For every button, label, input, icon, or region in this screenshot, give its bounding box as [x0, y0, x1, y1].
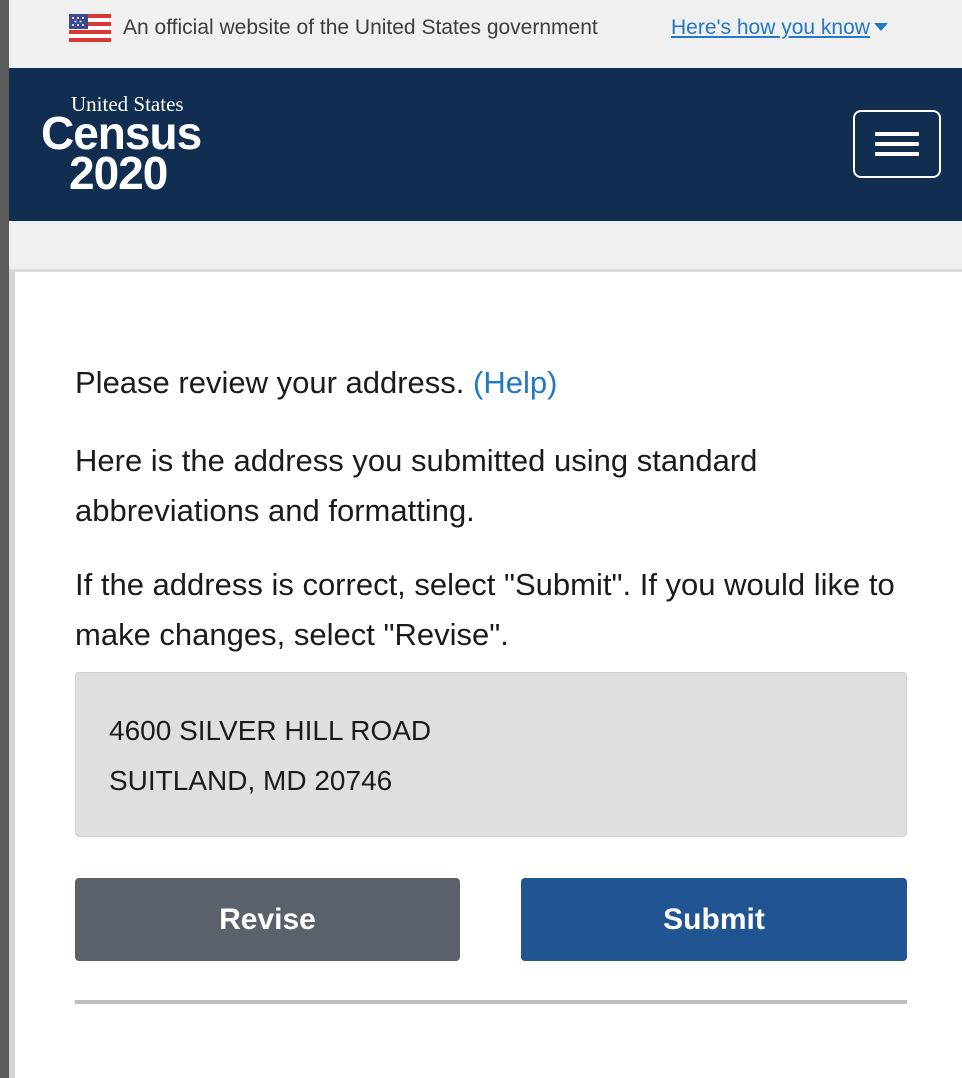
how-you-know-label: Here's how you know	[671, 16, 870, 39]
menu-button[interactable]	[853, 110, 941, 178]
address-line-1: 4600 SILVER HILL ROAD	[109, 715, 432, 746]
address-explanation: Here is the address you submitted using …	[75, 443, 758, 528]
gov-banner-text: An official website of the United States…	[123, 16, 598, 39]
sub-header-bar	[9, 221, 962, 272]
review-prompt-text: Please review your address.	[75, 365, 465, 400]
submit-button[interactable]: Submit	[521, 878, 907, 961]
review-prompt: Please review your address. (Help)	[75, 365, 557, 401]
how-you-know-link[interactable]: Here's how you know	[671, 16, 888, 40]
revise-button[interactable]: Revise	[75, 878, 460, 961]
address-instruction: If the address is correct, select "Submi…	[75, 567, 895, 652]
caret-down-icon	[873, 23, 888, 31]
standardized-address-box: 4600 SILVER HILL ROAD SUITLAND, MD 20746	[75, 672, 907, 837]
address-line-2: SUITLAND, MD 20746	[109, 765, 393, 796]
bottom-divider	[75, 1000, 907, 1004]
help-link[interactable]: (Help)	[473, 365, 557, 400]
hamburger-menu-icon	[875, 132, 919, 156]
gov-banner: An official website of the United States…	[9, 0, 962, 68]
content-left-border	[9, 272, 15, 1078]
logo-line-year: 2020	[69, 147, 168, 199]
site-header: United States Census 2020	[9, 68, 962, 221]
window-edge	[0, 0, 9, 1078]
us-flag-icon	[69, 14, 111, 42]
